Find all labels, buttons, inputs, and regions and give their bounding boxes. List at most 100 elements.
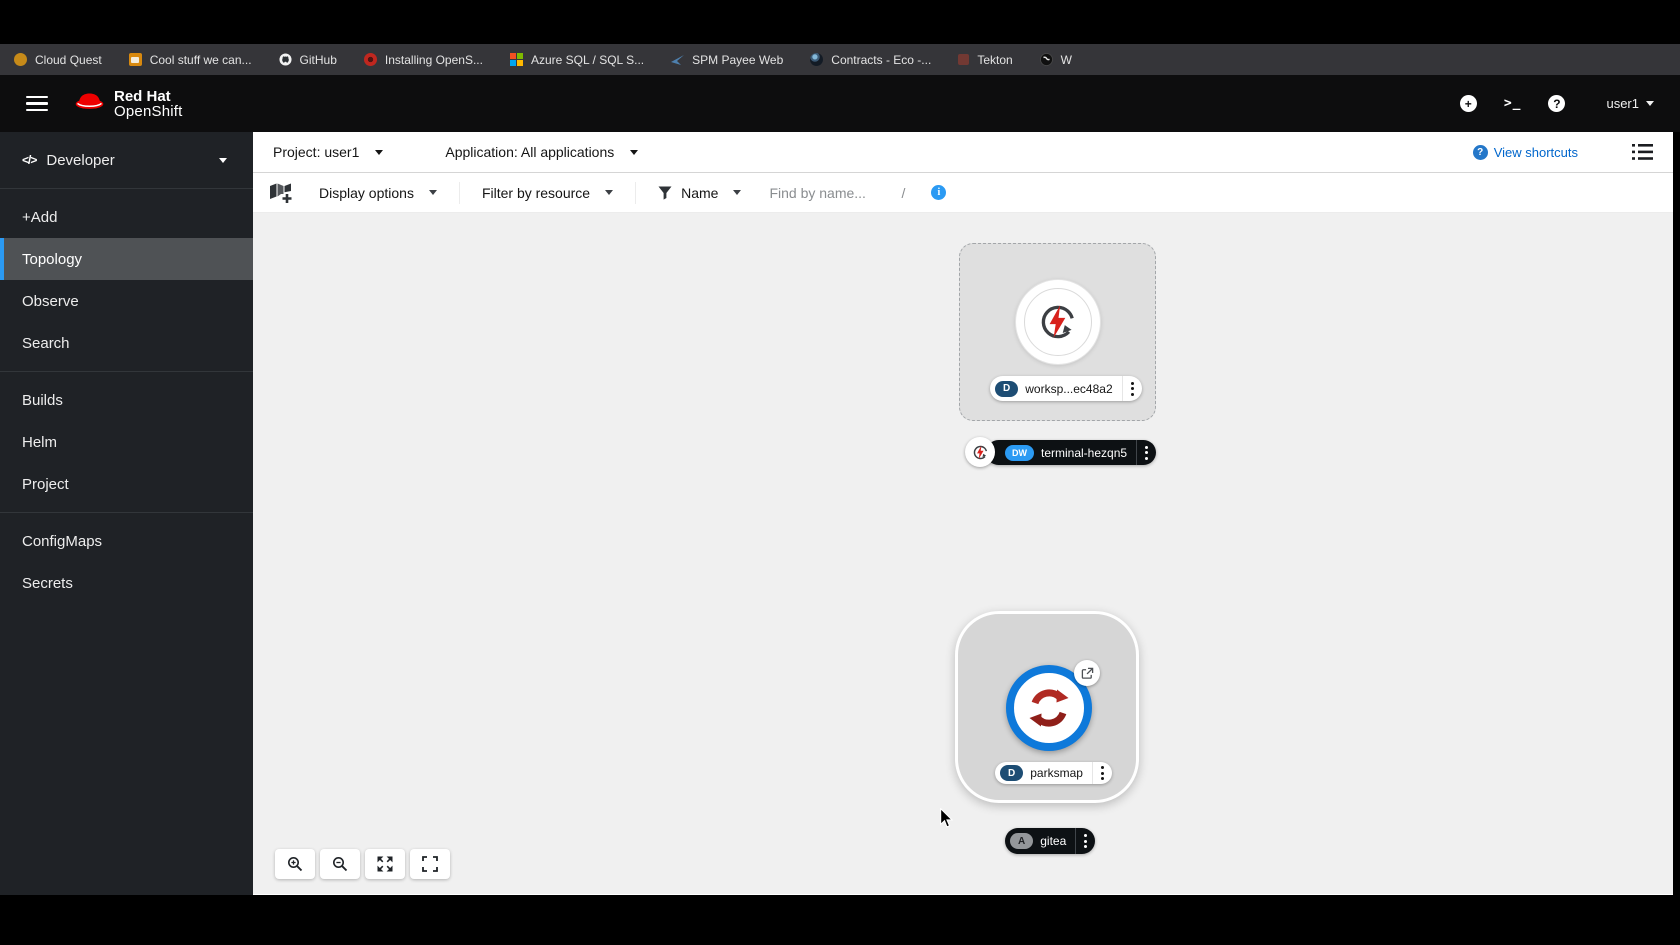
terminal-node-label[interactable]: DW terminal-hezqn5 [986,440,1157,465]
sidebar-item-observe[interactable]: Observe [0,280,253,322]
brand-line1: Red Hat [114,87,171,105]
sidebar-item-builds[interactable]: Builds [0,379,253,421]
bookmark-label: Azure SQL / SQL S... [530,52,645,67]
project-dropdown[interactable]: Project: user1 [273,144,384,160]
sidebar-item-topology[interactable]: Topology [0,238,253,280]
find-by-name-input[interactable] [769,184,898,201]
sidebar-item-helm[interactable]: Helm [0,421,253,463]
display-options-dropdown[interactable]: Display options [319,185,437,201]
globe-swirl-favicon [1039,53,1053,66]
openshift-favicon [363,53,377,66]
sidebar: </> Developer +Add Topology Observe Sear… [0,132,253,895]
project-dropdown-label: Project: user1 [273,144,360,160]
list-view-toggle-icon[interactable] [1632,144,1653,160]
perspective-switcher[interactable]: </> Developer [0,132,253,189]
terminal-node-decorator-icon[interactable] [965,437,995,467]
chevron-down-icon [1646,101,1654,106]
context-bar: Project: user1 Application: All applicat… [253,132,1673,173]
devworkspace-badge: DW [1005,444,1034,461]
masthead: Red Hat OpenShift + >_ ? user1 [0,75,1680,132]
gitea-node-label[interactable]: A gitea [1005,828,1096,854]
bookmark-label: GitHub [299,52,337,67]
gitea-node-name: gitea [1040,834,1067,848]
zoom-in-button[interactable] [275,849,315,879]
bookmark-label: SPM Payee Web [692,52,784,67]
open-url-decorator-icon[interactable] [1074,660,1100,686]
bookmark-installing-openshift[interactable]: Installing OpenS... [363,53,483,67]
bookmark-tekton[interactable]: Tekton [958,52,1013,67]
username: user1 [1606,96,1639,111]
view-shortcuts-link[interactable]: View shortcuts [1494,145,1578,160]
cloud-quest-favicon [14,53,27,66]
slash-shortcut-hint: / [901,184,906,201]
red-hat-fedora-icon [74,90,105,117]
sidebar-item-search[interactable]: Search [0,322,253,364]
map-plus-icon[interactable] [268,181,293,204]
brand-line2: OpenShift [114,102,183,120]
display-options-label: Display options [319,184,414,201]
name-filter-dropdown[interactable]: Name [681,184,742,201]
sidebar-item-secrets[interactable]: Secrets [0,562,253,604]
nav-section-1: +Add Topology Observe Search [0,189,253,372]
sidebar-item-add[interactable]: +Add [0,196,253,238]
chevron-down-icon [733,190,742,195]
kebab-menu-icon[interactable] [1091,762,1112,784]
terminal-node-name: terminal-hezqn5 [1041,445,1128,460]
bookmark-github[interactable]: GitHub [279,53,337,67]
kebab-menu-icon[interactable] [1075,828,1095,854]
kebab-menu-icon[interactable] [1136,440,1156,465]
application-dropdown-label: Application: All applications [445,144,615,160]
bookmark-label: Cloud Quest [35,52,102,67]
microsoft-favicon [509,53,523,66]
zoom-out-button[interactable] [320,849,360,879]
deployment-badge: D [995,380,1019,397]
bookmark-label: W [1060,52,1072,67]
bookmark-label: Contracts - Eco -... [831,52,932,67]
help-circle-icon: ? [1472,144,1488,160]
nav-section-3: ConfigMaps Secrets [0,513,253,611]
help-icon[interactable]: ? [1548,95,1566,112]
mouse-cursor [939,807,954,834]
code-icon: </> [22,153,37,167]
bookmark-azure-sql[interactable]: Azure SQL / SQL S... [509,52,645,67]
fit-to-screen-button[interactable] [365,849,405,879]
bookmark-cool-stuff[interactable]: Cool stuff we can... [128,52,252,67]
sidebar-item-configmaps[interactable]: ConfigMaps [0,520,253,562]
spm-favicon [671,53,685,66]
workspace-node-name: worksp...ec48a2 [1025,381,1113,396]
add-circle-icon[interactable]: + [1459,95,1477,112]
bookmark-cloud-quest[interactable]: Cloud Quest [14,53,102,67]
bookmark-label: Cool stuff we can... [149,52,252,67]
topology-toolbar: Display options Filter by resource Name … [253,173,1673,213]
workspace-node-icon[interactable] [1015,279,1101,365]
chevron-down-icon [630,149,639,155]
canvas-controls [275,849,450,879]
web-terminal-icon[interactable]: >_ [1504,96,1522,111]
parksmap-node-label[interactable]: D parksmap [995,762,1112,784]
topology-canvas[interactable]: D worksp...ec48a2 DW terminal-hezqn5 D p… [253,213,1673,894]
main-content: Project: user1 Application: All applicat… [253,132,1673,895]
bookmark-contracts[interactable]: Contracts - Eco -... [810,53,931,67]
bookmark-spm-payee[interactable]: SPM Payee Web [671,53,783,67]
brand-logo: Red Hat OpenShift [74,89,183,119]
fullscreen-button[interactable] [410,849,450,879]
chevron-down-icon [428,190,437,195]
filter-by-resource-dropdown[interactable]: Filter by resource [481,184,614,201]
perspective-label: Developer [46,151,115,169]
name-filter-label: Name [681,184,719,201]
user-menu[interactable]: user1 [1606,96,1654,111]
bookmarks-bar: Cloud Quest Cool stuff we can... GitHub … [0,44,1680,75]
hamburger-menu-icon[interactable] [26,95,48,112]
kebab-menu-icon[interactable] [1121,376,1142,401]
info-icon[interactable]: i [931,185,947,200]
chevron-down-icon [219,157,227,163]
workspace-node-label[interactable]: D worksp...ec48a2 [990,376,1142,401]
sidebar-item-project[interactable]: Project [0,463,253,505]
filter-by-resource-label: Filter by resource [481,184,591,201]
devworkspace-bolt-icon [1041,305,1075,339]
bookmark-w[interactable]: W [1039,52,1072,67]
application-dropdown[interactable]: Application: All applications [445,144,639,160]
deployment-badge: D [1000,765,1024,781]
nav-section-2: Builds Helm Project [0,372,253,513]
bookmark-label: Tekton [977,52,1013,67]
